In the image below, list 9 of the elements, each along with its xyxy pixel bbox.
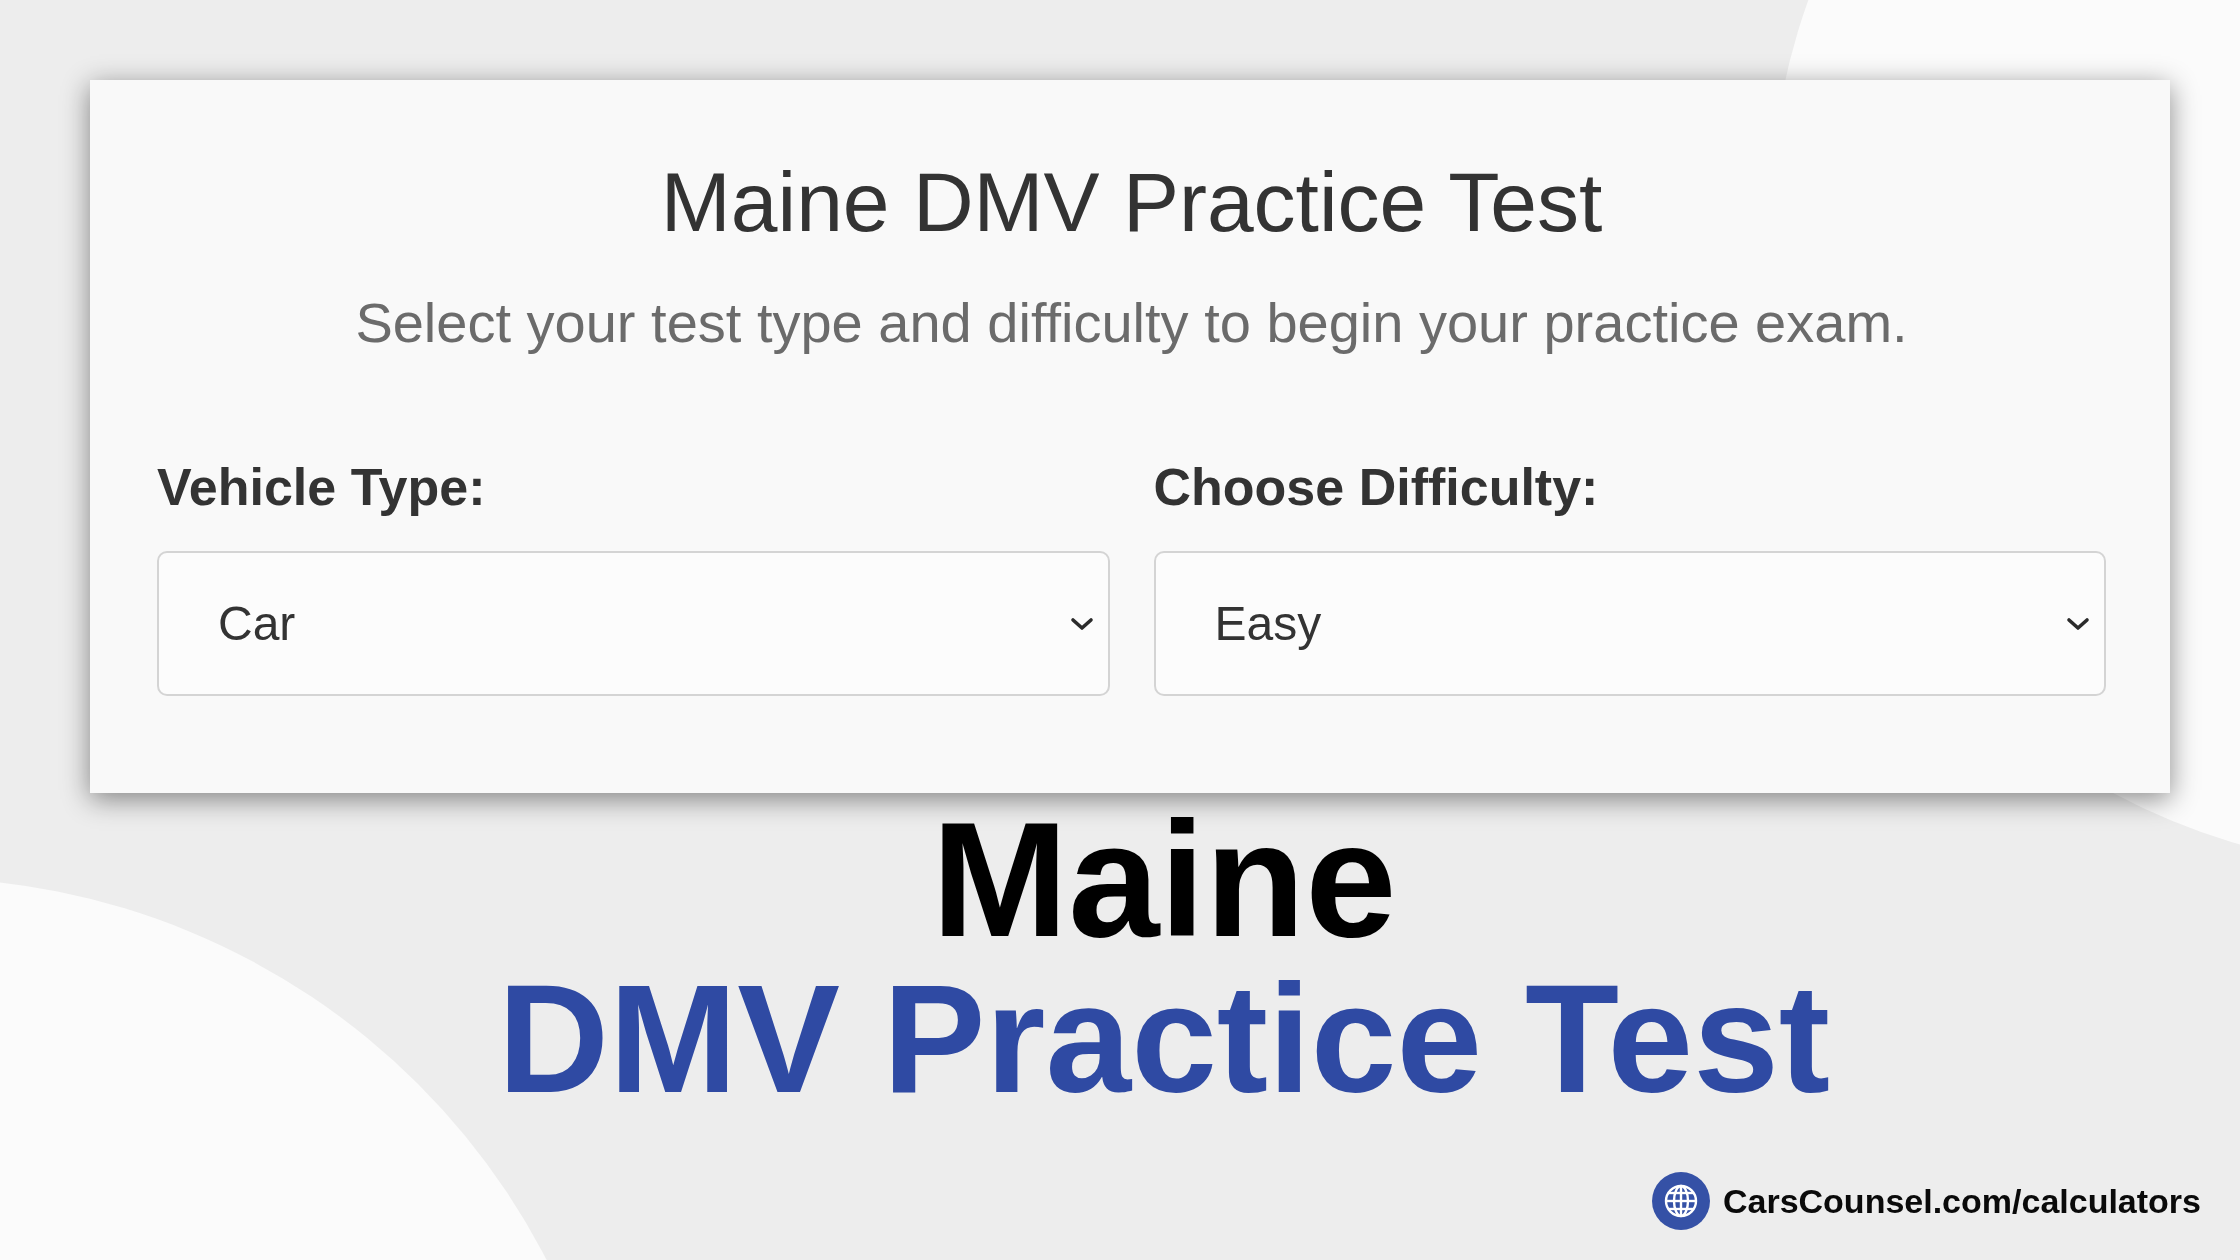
website-link[interactable]: CarsCounsel.com/calculators bbox=[1722, 1181, 2201, 1221]
globe-icon bbox=[1651, 1172, 1710, 1230]
dropdown[interactable]: Car bbox=[157, 551, 1110, 696]
headline-subtitle: DMV Practice Test bbox=[497, 962, 1831, 1116]
dropdown[interactable]: Easy bbox=[1153, 551, 2106, 696]
chevron-down-icon bbox=[1069, 616, 1094, 631]
chevron-down-icon bbox=[2066, 616, 2090, 631]
card-title: Maine DMV Practice Test bbox=[660, 160, 1603, 244]
headline-title: Maine bbox=[931, 798, 1397, 962]
